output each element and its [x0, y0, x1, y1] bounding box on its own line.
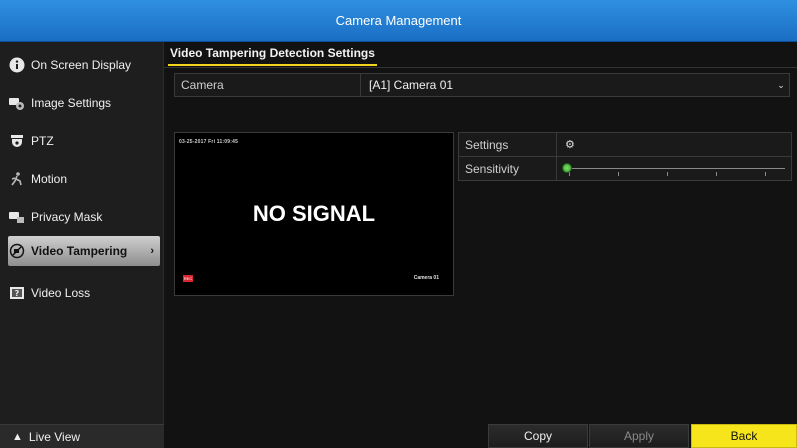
tab-video-tampering-detection-settings[interactable]: Video Tampering Detection Settings	[168, 46, 377, 66]
slider-tick	[569, 172, 570, 176]
sidebar-item-image-settings[interactable]: Image Settings	[8, 88, 160, 118]
main-panel: Video Tampering Detection Settings Camer…	[164, 42, 797, 448]
window-title: Camera Management	[335, 13, 462, 28]
sidebar-item-on-screen-display[interactable]: On Screen Display	[8, 50, 160, 80]
preview-timestamp: 03-25-2017 Fri 11:09:45	[179, 139, 239, 145]
tab-divider	[164, 67, 797, 68]
sidebar-item-label: Video Tampering	[31, 244, 128, 258]
slider-tick	[765, 172, 766, 176]
back-button[interactable]: Back	[691, 424, 797, 448]
sidebar-item-label: PTZ	[31, 134, 54, 148]
sidebar: On Screen Display Image Settings PTZ Mot…	[0, 42, 164, 448]
sidebar-item-label: Privacy Mask	[31, 210, 103, 224]
sidebar-item-video-tampering[interactable]: Video Tampering ›	[8, 236, 160, 266]
sidebar-item-privacy-mask[interactable]: Privacy Mask	[8, 202, 160, 232]
sidebar-item-label: Video Loss	[31, 286, 91, 300]
settings-label: Settings	[459, 133, 557, 156]
slider-tick	[716, 172, 717, 176]
chevron-right-icon: ›	[150, 245, 154, 257]
sidebar-item-label: On Screen Display	[31, 58, 132, 72]
copy-button[interactable]: Copy	[488, 424, 588, 448]
privacy-mask-icon	[8, 208, 26, 226]
gear-icon[interactable]: ⚙	[565, 139, 577, 151]
svg-text:?: ?	[15, 289, 20, 298]
preview-camera-name: Camera 01	[413, 275, 439, 281]
sidebar-item-label: Motion	[31, 172, 68, 186]
rec-badge: REC	[183, 275, 193, 282]
video-tampering-icon	[8, 242, 26, 260]
no-signal-text: NO SIGNAL	[252, 201, 376, 226]
slider-tick	[618, 172, 619, 176]
window-title-bar: Camera Management	[0, 0, 797, 42]
camera-select[interactable]: [A1] Camera 01	[361, 78, 773, 92]
camera-preview: 03-25-2017 Fri 11:09:45 NO SIGNAL REC Ca…	[174, 132, 454, 296]
footer-buttons: Copy Apply Back	[0, 424, 797, 448]
settings-value: ⚙	[557, 133, 791, 156]
camera-label: Camera	[181, 78, 224, 92]
settings-row: Settings ⚙	[458, 132, 792, 157]
image-settings-icon	[8, 94, 26, 112]
tamper-settings-panel: Settings ⚙ Sensitivity	[458, 132, 792, 184]
sidebar-item-ptz[interactable]: PTZ	[8, 126, 160, 156]
sensitivity-row: Sensitivity	[458, 156, 792, 181]
slider-knob[interactable]	[562, 163, 572, 173]
sensitivity-slider[interactable]	[557, 157, 791, 180]
info-icon	[8, 56, 26, 74]
video-loss-icon: ?	[8, 284, 26, 302]
sensitivity-label: Sensitivity	[459, 157, 557, 180]
chevron-down-icon[interactable]: ⌄	[773, 80, 789, 91]
sidebar-item-video-loss[interactable]: ? Video Loss	[8, 278, 160, 308]
motion-icon	[8, 170, 26, 188]
slider-tick	[667, 172, 668, 176]
sidebar-item-motion[interactable]: Motion	[8, 164, 160, 194]
slider-track[interactable]	[567, 168, 785, 169]
sidebar-item-label: Image Settings	[31, 96, 112, 110]
camera-select-row: Camera [A1] Camera 01 ⌄	[174, 73, 790, 97]
apply-button[interactable]: Apply	[589, 424, 689, 448]
ptz-dome-icon	[8, 132, 26, 150]
